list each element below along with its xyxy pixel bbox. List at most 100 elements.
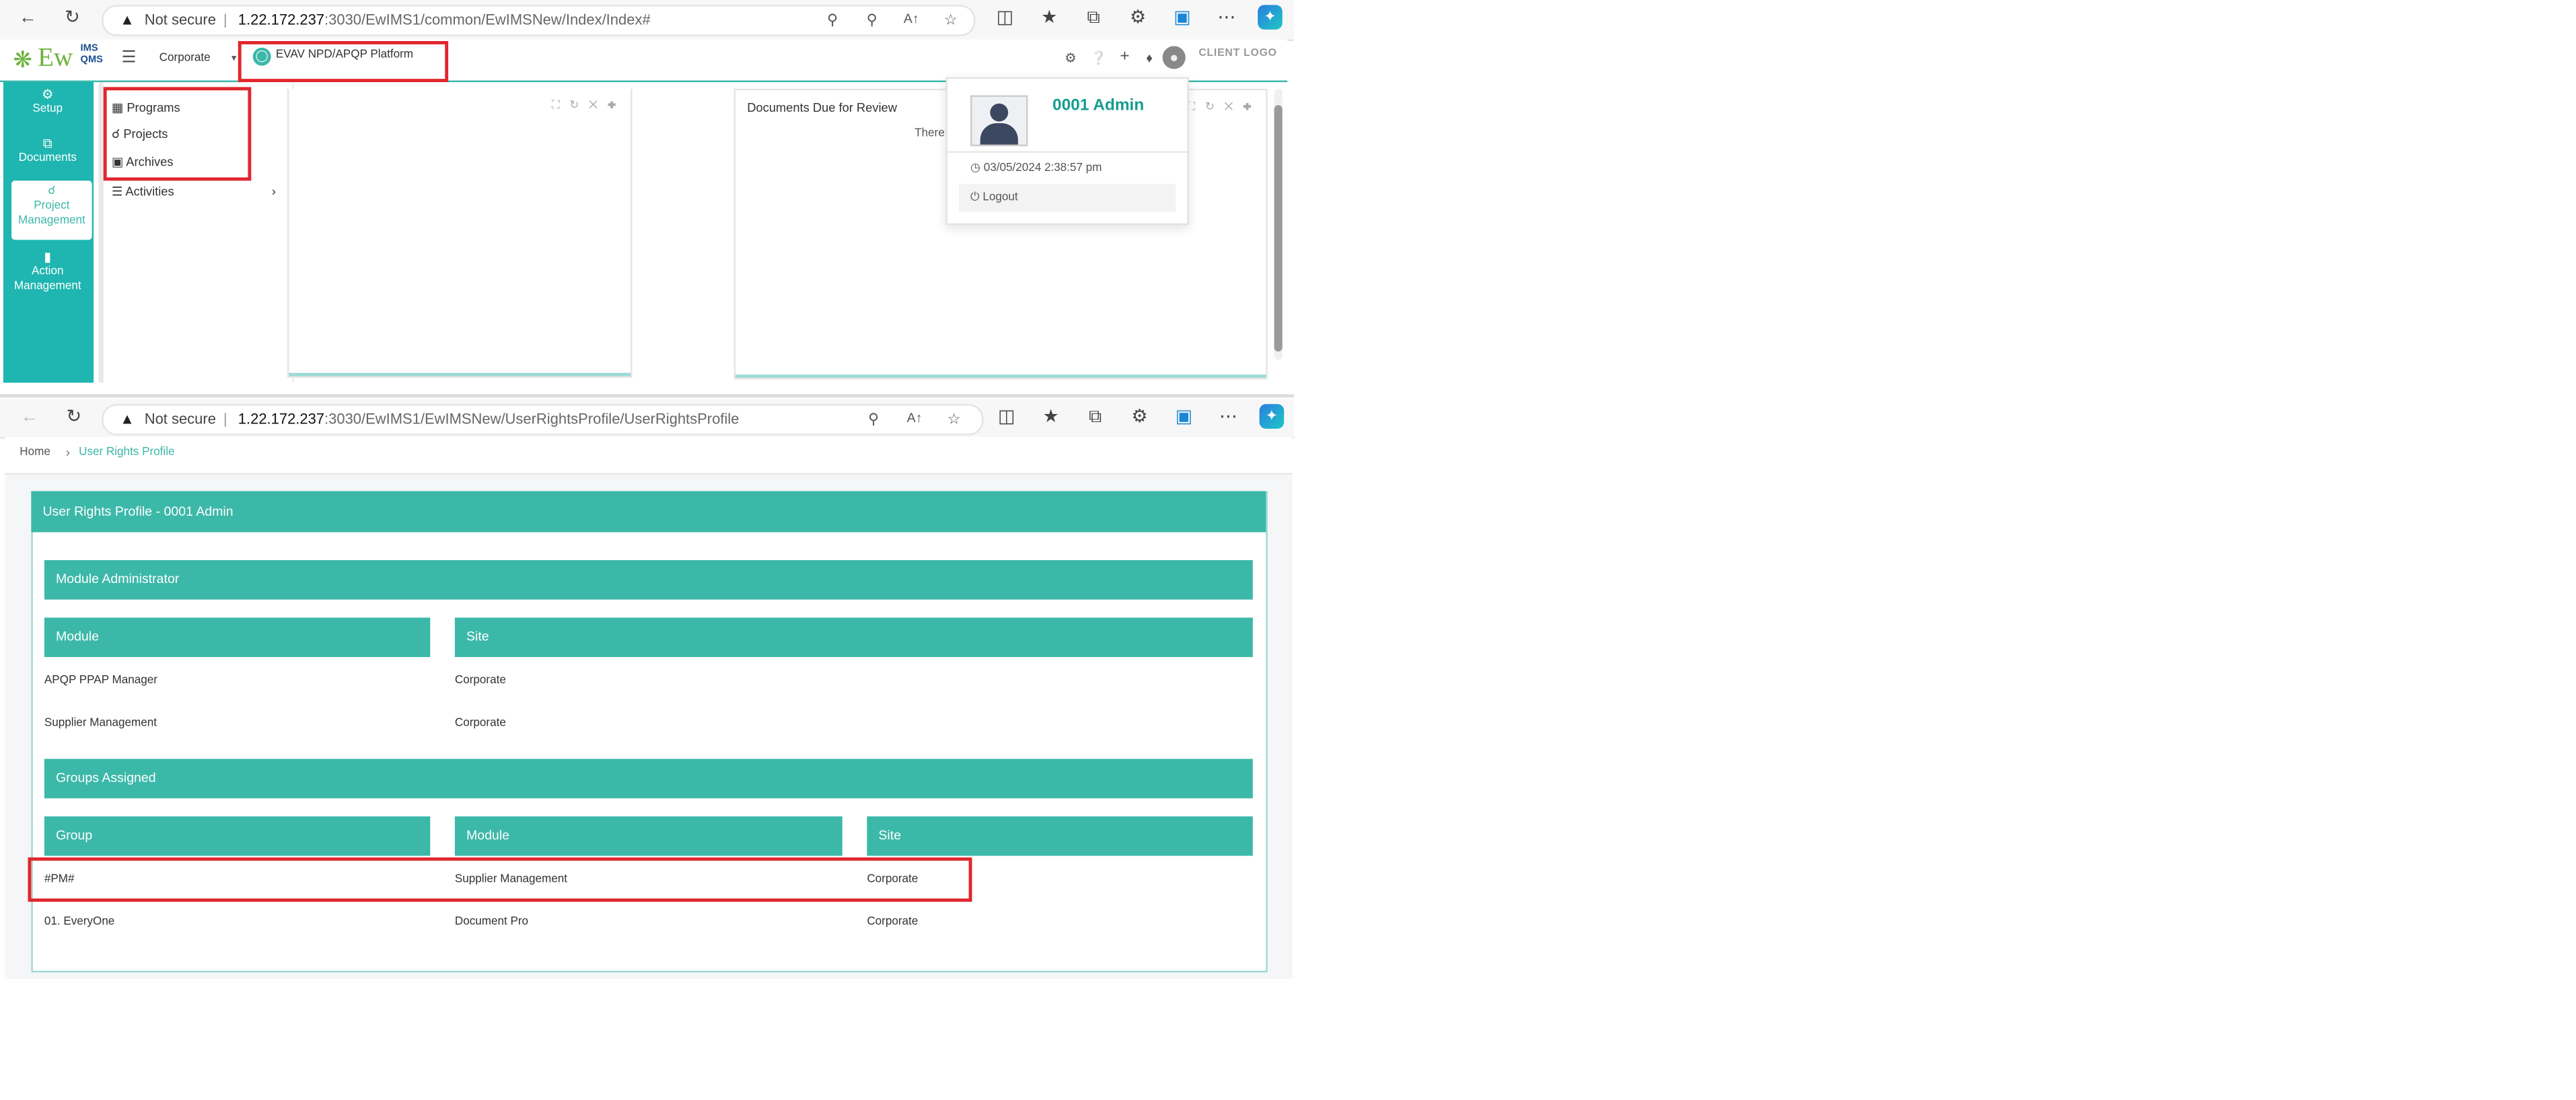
breadcrumb: Home › User Rights Profile — [5, 437, 1293, 475]
extensions-icon[interactable]: ⚙ — [1126, 7, 1149, 30]
url-text: 1.22.172.237:3030/EwIMS1/EwIMSNew/UserRi… — [238, 406, 740, 434]
panel-footer-line — [289, 372, 631, 376]
sidebar-item-label: Setup — [32, 103, 63, 115]
gear-icon[interactable]: ⚙ — [1061, 49, 1080, 69]
top-address-bar[interactable]: ▲ Not secure | 1.22.172.237:3030/EwIMS1/… — [102, 5, 976, 36]
hamburger-icon[interactable]: ☰ — [122, 49, 137, 67]
avatar — [970, 95, 1028, 147]
browser-app-icon[interactable]: ▣ — [1172, 406, 1195, 429]
group-site-cell: Corporate — [867, 916, 919, 928]
docs-due-title: Documents Due for Review — [747, 100, 897, 115]
favorites-icon[interactable]: ★ — [1038, 7, 1061, 30]
panel-footer-line — [736, 374, 1266, 378]
help-icon[interactable]: ❔ — [1089, 49, 1108, 69]
security-label: Not secure — [144, 11, 216, 28]
user-icon[interactable]: ● — [1162, 46, 1186, 69]
back-icon[interactable]: ← — [18, 406, 41, 429]
divider — [947, 151, 1188, 153]
url-path: :3030/EwIMS1/EwIMSNew/UserRightsProfile/… — [324, 411, 740, 427]
extensions-icon[interactable]: ⚙ — [1128, 406, 1151, 429]
breadcrumb-chevron-icon: › — [65, 445, 71, 460]
documents-icon: ⧉ — [42, 136, 52, 151]
power-icon: ⏻ — [970, 192, 980, 204]
logo-sub-bottom: QMS — [80, 55, 103, 66]
copilot-icon[interactable]: ✦ — [1259, 404, 1285, 429]
highlight-group-row — [28, 857, 972, 902]
key-icon[interactable]: ⚲ — [822, 10, 842, 30]
group-module-cell: Document Pro — [454, 916, 529, 928]
module-cell: Supplier Management — [44, 718, 157, 730]
logo-sub-top: IMS — [80, 44, 98, 55]
clock-icon: ◷ — [970, 162, 980, 174]
profile-title: User Rights Profile - 0001 Admin — [31, 491, 1266, 532]
project-icon: ☌ — [48, 185, 56, 197]
sidebar-item-setup[interactable]: ⚙ Setup — [3, 87, 92, 116]
submenu-item-activities[interactable]: ☰ Activities › — [112, 184, 276, 200]
back-icon[interactable]: ← — [16, 7, 39, 30]
timestamp-text: 03/05/2024 2:38:57 pm — [983, 162, 1102, 174]
scrollbar-track[interactable] — [1274, 88, 1283, 360]
read-aloud-icon[interactable]: A↑ — [902, 10, 921, 30]
logout-label: Logout — [982, 192, 1018, 204]
collections-icon[interactable]: ⧉ — [1082, 7, 1105, 30]
separator: | — [223, 11, 227, 28]
breadcrumb-home[interactable]: Home — [20, 447, 50, 458]
more-icon[interactable]: ⋯ — [1217, 406, 1240, 429]
sidebar-item-project-management[interactable]: ☌ Project Management — [11, 180, 92, 240]
app-header: ❋ Ew IMS QMS ☰ Corporate ▾ ◯ EVAV NPD/AP… — [0, 39, 1287, 82]
star-icon[interactable]: ☆ — [941, 10, 960, 30]
dropdown-user-name: 0001 Admin — [1052, 96, 1145, 115]
url-text: 1.22.172.237:3030/EwIMS1/common/EwIMSNew… — [238, 7, 651, 34]
bottom-browser-toolbar: ← ↻ ▲ Not secure | 1.22.172.237:3030/EwI… — [0, 399, 1294, 439]
group-cell: 01. EveryOne — [44, 916, 115, 928]
logout-button[interactable]: ⏻ Logout — [958, 184, 1176, 212]
breadcrumb-current: User Rights Profile — [79, 446, 175, 458]
favorites-icon[interactable]: ★ — [1040, 406, 1063, 429]
dashboard-panel-left: ⛶ ↻ ✕ ✚ — [287, 88, 633, 378]
sidebar-item-label: Project Management — [17, 200, 85, 227]
setup-icon: ⚙ — [41, 87, 54, 102]
chevron-right-icon: › — [271, 184, 276, 199]
sidebar-item-documents[interactable]: ⧉ Documents — [3, 137, 92, 166]
zoom-icon[interactable]: ⚲ — [862, 10, 882, 30]
module-column-header: Module — [44, 617, 431, 657]
group-module-column-header: Module — [454, 816, 843, 856]
site-selector[interactable]: Corporate — [159, 53, 211, 64]
screenshot-divider — [0, 394, 1294, 398]
zoom-icon[interactable]: ⚲ — [863, 409, 883, 429]
browser-app-icon[interactable]: ▣ — [1171, 7, 1194, 30]
docs-due-text: There — [915, 128, 945, 140]
plus-icon[interactable]: + — [1115, 48, 1135, 67]
copilot-icon[interactable]: ✦ — [1258, 5, 1283, 30]
sidebar-item-label: Action Management — [13, 266, 81, 293]
highlight-submenu — [103, 87, 252, 181]
sidebar-item-label: Documents — [18, 152, 77, 164]
url-path: :3030/EwIMS1/common/EwIMSNew/Index/Index… — [324, 11, 651, 28]
sidebar-item-action-management[interactable]: ▮ Action Management — [3, 250, 92, 294]
user-dropdown: 0001 Admin ◷ 03/05/2024 2:38:57 pm ⏻ Log… — [945, 77, 1189, 226]
activities-icon: ☰ — [111, 184, 123, 199]
refresh-icon[interactable]: ↻ — [63, 406, 85, 429]
refresh-icon[interactable]: ↻ — [61, 7, 83, 30]
avatar-body — [980, 123, 1018, 145]
bell-icon[interactable]: ♦ — [1139, 49, 1159, 69]
submenu-label: Activities — [125, 184, 174, 199]
top-browser-toolbar: ← ↻ ▲ Not secure | 1.22.172.237:3030/EwI… — [0, 0, 1294, 41]
avatar-head — [990, 103, 1009, 122]
site-column-header: Site — [454, 617, 1253, 657]
bottom-address-bar[interactable]: ▲ Not secure | 1.22.172.237:3030/EwIMS1/… — [102, 404, 984, 436]
action-icon: ▮ — [44, 249, 52, 265]
star-icon[interactable]: ☆ — [944, 409, 964, 429]
panel-tools[interactable]: ⛶ ↻ ✕ ✚ — [552, 98, 620, 113]
module-cell: APQP PPAP Manager — [44, 675, 157, 687]
client-logo: CLIENT LOGO — [1198, 47, 1277, 59]
split-icon[interactable]: ◫ — [995, 406, 1018, 429]
ewims-logo[interactable]: ❋ Ew IMS QMS — [13, 44, 109, 74]
module-admin-header: Module Administrator — [44, 560, 1253, 600]
scrollbar-thumb[interactable] — [1274, 105, 1283, 352]
panel-tools[interactable]: ⛶ ↻ ✕ ✚ — [1187, 100, 1255, 115]
collections-icon[interactable]: ⧉ — [1083, 406, 1106, 429]
more-icon[interactable]: ⋯ — [1215, 7, 1238, 30]
read-aloud-icon[interactable]: A↑ — [904, 409, 924, 429]
split-icon[interactable]: ◫ — [993, 7, 1016, 30]
